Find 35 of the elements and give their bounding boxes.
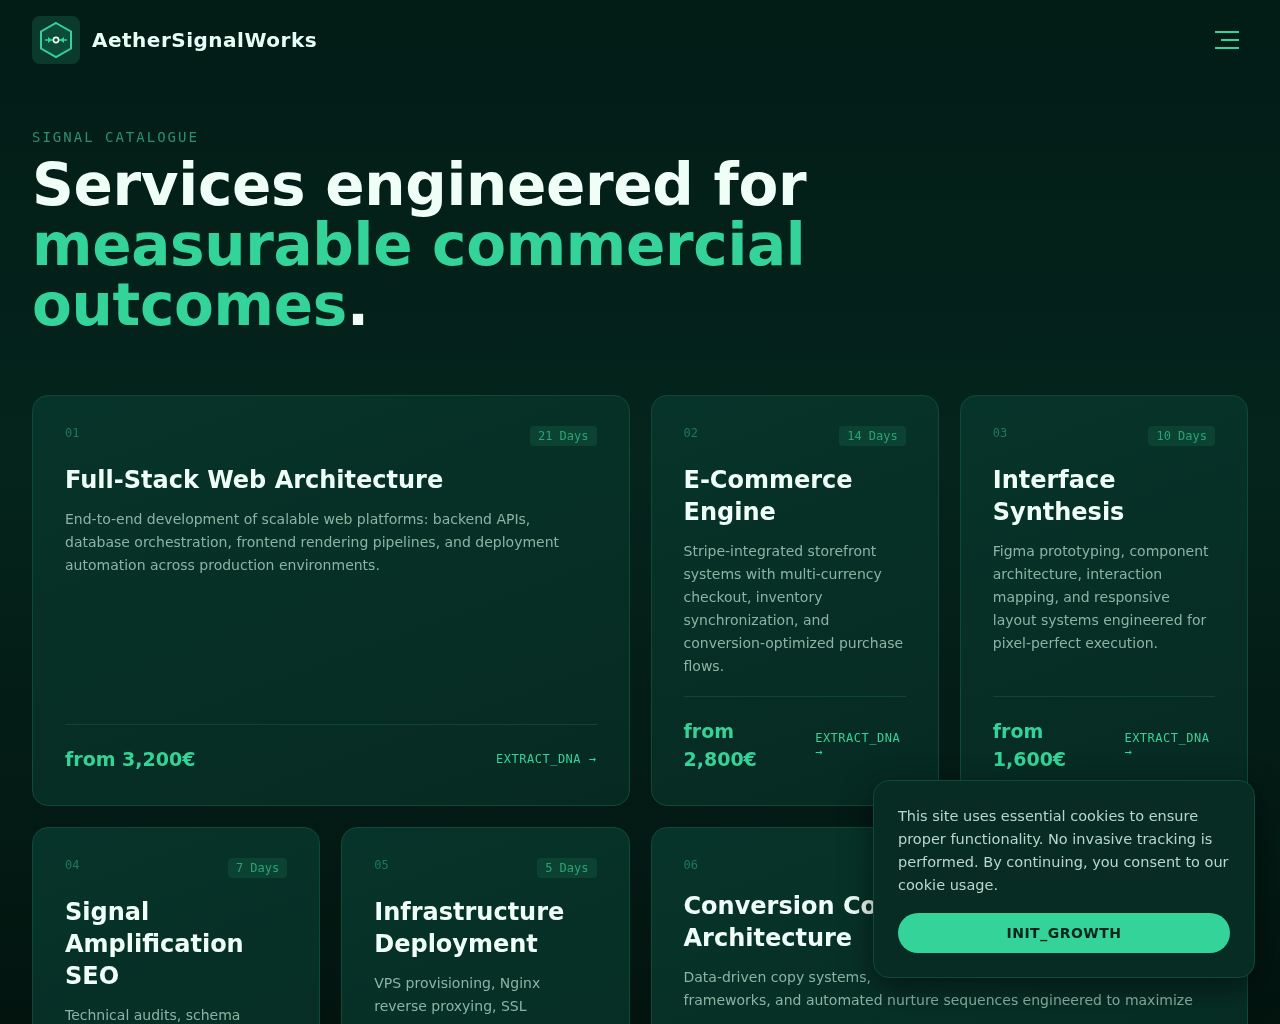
service-number: 02 (683, 426, 698, 440)
duration-badge: 10 Days (1148, 426, 1215, 446)
service-description: Data-driven copy systems, frameworks, and automated nurture sequences engineered to maximize (683, 968, 1194, 1010)
service-price: from 1,600€ (992, 719, 1068, 772)
service-description: Figma prototyping, component architecture, interaction mapping, and responsive layout systems engineered for pixel-perfect execution. (992, 542, 1210, 653)
duration-badge: 5 Days (537, 858, 597, 878)
service-title: Interface Synthesis (992, 465, 1126, 528)
duration-badge: 7 Days (227, 858, 288, 878)
service-title: Full-Stack Web Architecture (65, 465, 444, 496)
extract-link[interactable]: EXTRACT_DNA → (1124, 731, 1215, 759)
service-number: 01 (65, 426, 80, 440)
brand-name[interactable]: AetherSignalWorks (92, 28, 318, 52)
service-description: VPS provisioning, Nginx reverse proxying, SSL (374, 974, 542, 1016)
service-number: 04 (65, 858, 80, 872)
service-description: Technical audits, schema (65, 1006, 242, 1024)
hero-heading: Services engineered for measurable commercial outcomes. (32, 155, 808, 335)
extract-link[interactable]: EXTRACT_DNA → (815, 731, 906, 759)
menu-icon (1214, 30, 1240, 50)
section-eyebrow: SIGNAL CATALOGUE (32, 129, 200, 145)
cookie-message: This site uses essential cookies to ensure proper functionality. No invasive tracking is performed. By continuing, you consent to our cookie usage. (898, 807, 1230, 895)
service-description: End-to-end development of scalable web platforms: backend APIs, database orchestration, frontend rendering pipelines, and deployment automation across production environments. (65, 510, 561, 575)
extract-link[interactable]: EXTRACT_DNA → (496, 752, 597, 766)
accept-button[interactable]: INIT_GROWTH (898, 913, 1230, 953)
service-number: 06 (683, 858, 698, 872)
service-number: 03 (992, 426, 1008, 440)
service-title: Infrastructure Deployment (374, 897, 566, 960)
service-title: E-Commerce Engine (683, 465, 854, 528)
service-title: Signal Amplification SEO (65, 897, 245, 992)
duration-badge: 21 Days (529, 426, 597, 446)
service-price: from 3,200€ (65, 747, 196, 772)
logo-tile[interactable] (32, 16, 80, 64)
duration-badge: 14 Days (839, 426, 906, 446)
service-number: 05 (374, 858, 389, 872)
service-price: from 2,800€ (683, 719, 758, 772)
service-description: Stripe-integrated storefront systems with multi-currency checkout, inventory synchronization, and conversion-optimized purchase flows. (683, 542, 905, 676)
